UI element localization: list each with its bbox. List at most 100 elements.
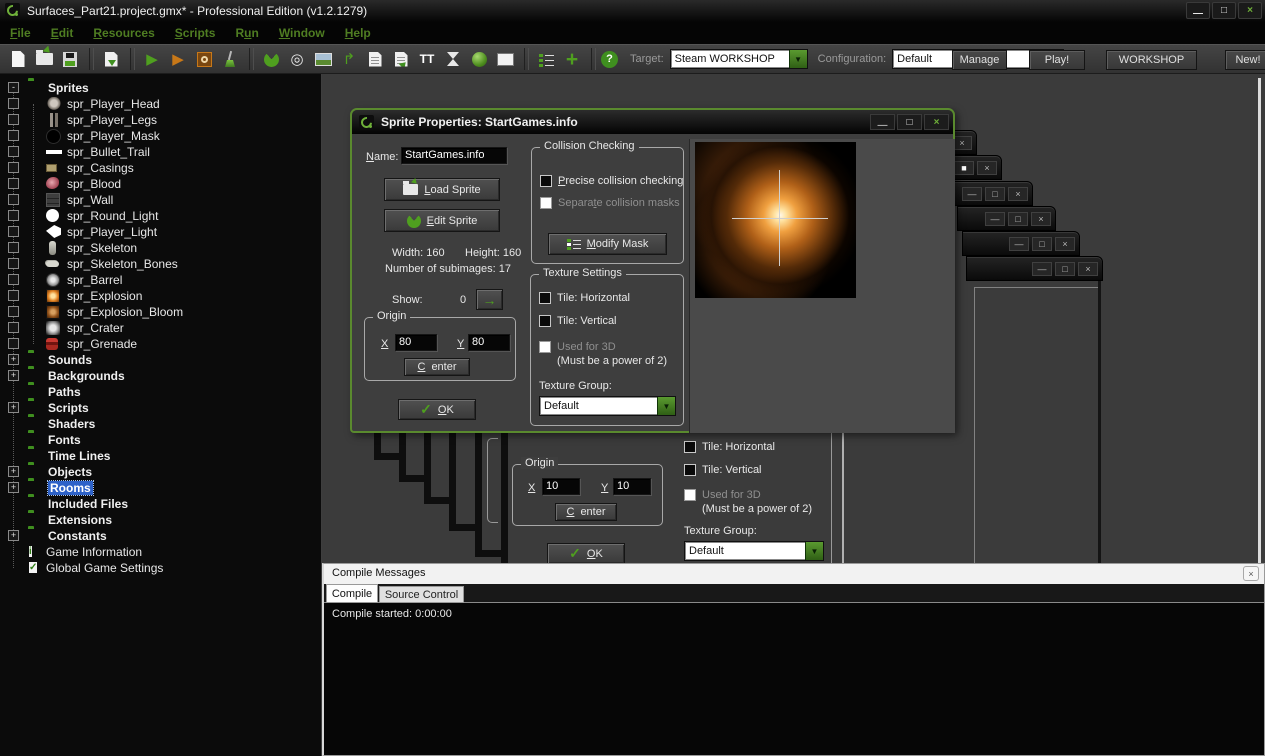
modify-mask-button[interactable]: Modify Mask xyxy=(548,233,667,255)
menu-item-scripts[interactable]: Scripts xyxy=(175,26,216,40)
create-shader-icon[interactable] xyxy=(389,47,413,71)
maximize-icon[interactable]: □ xyxy=(1032,237,1052,251)
origin-y-input[interactable]: 80 xyxy=(468,334,510,351)
close-icon[interactable]: × xyxy=(1031,212,1051,226)
dialog-title-bar[interactable]: Sprite Properties: StartGames.info — □ × xyxy=(352,110,953,134)
tree-item-game-information[interactable]: iGame Information xyxy=(0,544,320,560)
maximize-icon[interactable]: □ xyxy=(1008,212,1028,226)
create-room-icon[interactable] xyxy=(493,47,517,71)
origin-x-input[interactable]: 80 xyxy=(395,334,437,351)
expand-icon[interactable] xyxy=(8,210,19,221)
tree-item-sounds[interactable]: +Sounds xyxy=(0,352,320,368)
expand-icon[interactable] xyxy=(8,290,19,301)
ok-button[interactable]: ✓ OK xyxy=(547,543,625,564)
texture-group-dropdown[interactable]: Default ▼ xyxy=(539,396,676,416)
expand-icon[interactable] xyxy=(8,162,19,173)
next-subimage-button[interactable]: → xyxy=(476,289,503,310)
manage-button[interactable]: Manage xyxy=(952,50,1007,70)
expand-icon[interactable] xyxy=(8,178,19,189)
expand-icon[interactable] xyxy=(8,130,19,141)
tree-item-spr-player-head[interactable]: spr_Player_Head xyxy=(0,96,320,112)
create-sound-icon[interactable]: ◎ xyxy=(285,47,309,71)
tile-vertical-checkbox[interactable] xyxy=(684,464,696,476)
close-button[interactable]: × xyxy=(924,114,949,130)
create-script-icon[interactable] xyxy=(363,47,387,71)
tree-item-spr-explosion-bloom[interactable]: spr_Explosion_Bloom xyxy=(0,304,320,320)
sprite-name-input[interactable]: StartGames.info xyxy=(401,147,507,164)
origin-y-input[interactable]: 10 xyxy=(613,478,651,495)
precise-collision-checkbox[interactable] xyxy=(540,175,552,187)
tree-item-spr-casings[interactable]: spr_Casings xyxy=(0,160,320,176)
menu-item-run[interactable]: Run xyxy=(235,26,258,40)
tree-item-backgrounds[interactable]: +Backgrounds xyxy=(0,368,320,384)
tree-item-spr-player-light[interactable]: spr_Player_Light xyxy=(0,224,320,240)
expand-icon[interactable] xyxy=(8,274,19,285)
expand-icon[interactable]: + xyxy=(8,482,19,493)
maximize-button[interactable]: □ xyxy=(897,114,922,130)
add-resource-icon[interactable]: + xyxy=(560,47,584,71)
tab-source-control[interactable]: Source Control xyxy=(379,586,464,603)
tree-item-objects[interactable]: +Objects xyxy=(0,464,320,480)
minimize-button[interactable]: — xyxy=(870,114,895,130)
expand-icon[interactable]: + xyxy=(8,402,19,413)
tree-item-extensions[interactable]: Extensions xyxy=(0,512,320,528)
close-icon[interactable]: × xyxy=(1008,187,1028,201)
tile-vertical-checkbox[interactable] xyxy=(539,315,551,327)
load-sprite-button[interactable]: Load Sprite xyxy=(384,178,500,201)
minimize-icon[interactable]: — xyxy=(1032,262,1052,276)
create-timeline-icon[interactable] xyxy=(441,47,465,71)
tree-item-spr-barrel[interactable]: spr_Barrel xyxy=(0,272,320,288)
origin-x-input[interactable]: 10 xyxy=(542,478,580,495)
tree-item-spr-explosion[interactable]: spr_Explosion xyxy=(0,288,320,304)
menu-item-help[interactable]: Help xyxy=(345,26,371,40)
tree-item-spr-skeleton[interactable]: spr_Skeleton xyxy=(0,240,320,256)
cascaded-window-titlebar[interactable]: — □ × xyxy=(953,181,1033,206)
tree-item-sprites[interactable]: -Sprites xyxy=(0,80,320,96)
collapse-icon[interactable]: - xyxy=(8,82,19,93)
maximize-icon[interactable]: □ xyxy=(1055,262,1075,276)
run-debug-icon[interactable]: ▶ xyxy=(166,47,190,71)
maximize-button[interactable]: □ xyxy=(1212,2,1236,19)
tile-horizontal-checkbox[interactable] xyxy=(684,441,696,453)
tree-item-spr-skeleton-bones[interactable]: spr_Skeleton_Bones xyxy=(0,256,320,272)
tree-item-spr-crater[interactable]: spr_Crater xyxy=(0,320,320,336)
expand-icon[interactable]: + xyxy=(8,466,19,477)
expand-icon[interactable] xyxy=(8,322,19,333)
cascaded-window-titlebar[interactable]: — □ × xyxy=(962,231,1080,256)
center-button[interactable]: Center xyxy=(404,358,470,376)
expand-icon[interactable] xyxy=(8,306,19,317)
tree-item-scripts[interactable]: +Scripts xyxy=(0,400,320,416)
tree-item-spr-player-legs[interactable]: spr_Player_Legs xyxy=(0,112,320,128)
workshop-button[interactable]: WORKSHOP xyxy=(1106,50,1197,70)
ok-button[interactable]: ✓ OK xyxy=(398,399,476,420)
tree-item-constants[interactable]: +Constants xyxy=(0,528,320,544)
open-project-icon[interactable] xyxy=(32,47,56,71)
cascaded-window-titlebar[interactable]: — □ × xyxy=(957,206,1056,231)
tree-item-spr-bullet-trail[interactable]: spr_Bullet_Trail xyxy=(0,144,320,160)
expand-icon[interactable]: + xyxy=(8,354,19,365)
tab-compile[interactable]: Compile xyxy=(326,584,378,603)
close-panel-button[interactable]: × xyxy=(1243,566,1259,581)
expand-icon[interactable] xyxy=(8,242,19,253)
texture-group-dropdown[interactable]: Default ▼ xyxy=(684,541,824,561)
tree-item-included-files[interactable]: Included Files xyxy=(0,496,320,512)
tree-item-paths[interactable]: Paths xyxy=(0,384,320,400)
create-path-icon[interactable]: ↱ xyxy=(337,47,361,71)
tree-item-spr-grenade[interactable]: spr_Grenade xyxy=(0,336,320,352)
close-icon[interactable]: × xyxy=(1055,237,1075,251)
tree-item-global-game-settings[interactable]: ✓Global Game Settings xyxy=(0,560,320,576)
new-button[interactable]: New! xyxy=(1225,50,1265,70)
tree-item-time-lines[interactable]: Time Lines xyxy=(0,448,320,464)
tree-item-fonts[interactable]: Fonts xyxy=(0,432,320,448)
save-project-icon[interactable] xyxy=(58,47,82,71)
menu-item-edit[interactable]: Edit xyxy=(51,26,74,40)
help-icon[interactable]: ? xyxy=(601,51,618,68)
tree-item-shaders[interactable]: Shaders xyxy=(0,416,320,432)
new-file-icon[interactable] xyxy=(6,47,30,71)
compile-panel-header[interactable]: Compile Messages × xyxy=(324,564,1264,585)
create-object-icon[interactable] xyxy=(467,47,491,71)
expand-icon[interactable]: + xyxy=(8,370,19,381)
menu-item-window[interactable]: Window xyxy=(279,26,325,40)
expand-icon[interactable] xyxy=(8,194,19,205)
center-button[interactable]: Center xyxy=(555,503,617,521)
